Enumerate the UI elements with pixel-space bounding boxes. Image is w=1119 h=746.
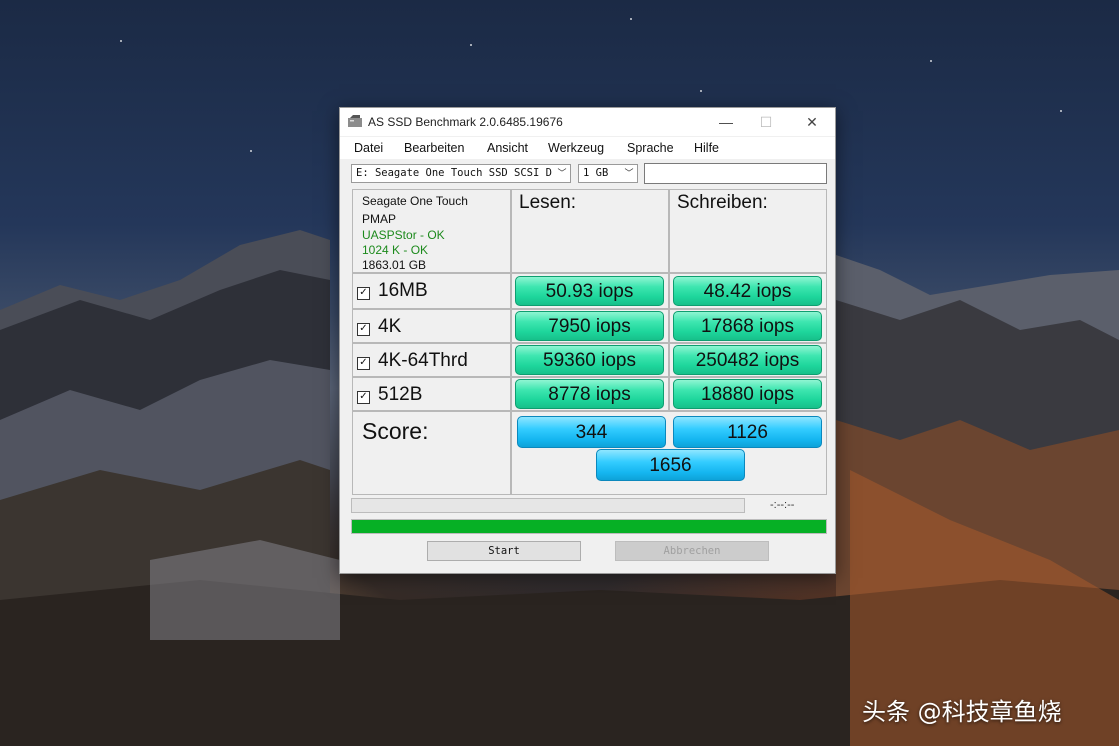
menu-datei[interactable]: Datei (354, 141, 383, 155)
menu-sprache[interactable]: Sprache (627, 141, 674, 155)
star (1060, 110, 1062, 112)
abort-button[interactable]: Abbrechen (615, 541, 769, 561)
write-column-header: Schreiben: (669, 189, 827, 273)
drive-info-panel: Seagate One Touch PMAP UASPStor - OK 102… (352, 189, 511, 273)
drive-dropdown-value: E: Seagate One Touch SSD SCSI Dis (356, 167, 552, 179)
app-icon (348, 115, 362, 127)
read-result: 7950 iops (515, 311, 664, 341)
total-score: 1656 (596, 449, 745, 481)
drive-dropdown[interactable]: E: Seagate One Touch SSD SCSI Dis ﹀ (351, 164, 571, 183)
checkbox-check-icon[interactable]: ✓ (357, 287, 370, 300)
read-result: 50.93 iops (515, 276, 664, 306)
test-16mb-checkbox[interactable]: ✓ 16MB (357, 280, 428, 302)
blank-text-field[interactable] (644, 163, 827, 184)
read-score: 344 (517, 416, 666, 448)
menu-bar: Datei Bearbeiten Ansicht Werkzeug Sprach… (340, 137, 835, 159)
write-result: 18880 iops (673, 379, 822, 409)
star (930, 60, 932, 62)
result-cell: 250482 iops (669, 343, 827, 377)
test-size-value: 1 GB (583, 167, 609, 179)
row-label-cell: ✓ 512B (352, 377, 511, 411)
driver-status: UASPStor - OK (362, 228, 445, 242)
write-header: Schreiben: (677, 192, 768, 213)
read-result: 8778 iops (515, 379, 664, 409)
row-label-cell: ✓ 4K (352, 309, 511, 343)
star (630, 18, 632, 20)
chevron-down-icon: ﹀ (557, 168, 567, 178)
write-score: 1126 (673, 416, 822, 448)
test-512b-checkbox[interactable]: ✓ 512B (357, 384, 422, 406)
star (250, 150, 252, 152)
elapsed-time: -:--:-- (770, 499, 795, 511)
score-label-cell: Score: (352, 411, 511, 495)
checkbox-check-icon[interactable]: ✓ (357, 323, 370, 336)
test-4k-checkbox[interactable]: ✓ 4K (357, 316, 401, 338)
write-result: 17868 iops (673, 311, 822, 341)
close-button[interactable]: ✕ (792, 108, 832, 136)
minimize-button[interactable]: — (706, 108, 746, 136)
drive-name: Seagate One Touch (362, 194, 468, 208)
row-label-cell: ✓ 16MB (352, 273, 511, 309)
maximize-button[interactable]: ☐ (746, 108, 786, 136)
result-cell: 17868 iops (669, 309, 827, 343)
as-ssd-window: AS SSD Benchmark 2.0.6485.19676 — ☐ ✕ Da… (339, 107, 836, 574)
result-cell: 7950 iops (511, 309, 669, 343)
results-grid: Seagate One Touch PMAP UASPStor - OK 102… (352, 189, 827, 495)
write-result: 250482 iops (673, 345, 822, 375)
score-panel: 344 1126 1656 (511, 411, 827, 495)
star (700, 90, 702, 92)
window-title: AS SSD Benchmark 2.0.6485.19676 (368, 115, 563, 129)
star (120, 40, 122, 42)
result-cell: 48.42 iops (669, 273, 827, 309)
title-bar[interactable]: AS SSD Benchmark 2.0.6485.19676 — ☐ ✕ (340, 108, 835, 136)
drive-capacity: 1863.01 GB (362, 258, 427, 272)
test-label: 512B (378, 384, 423, 405)
start-button[interactable]: Start (427, 541, 581, 561)
result-cell: 8778 iops (511, 377, 669, 411)
drive-firmware: PMAP (362, 212, 397, 226)
score-label: Score: (362, 418, 429, 444)
alignment-status: 1024 K - OK (362, 243, 429, 257)
result-cell: 50.93 iops (511, 273, 669, 309)
total-progress-bar (351, 519, 827, 534)
write-result: 48.42 iops (673, 276, 822, 306)
checkbox-check-icon[interactable]: ✓ (357, 357, 370, 370)
read-result: 59360 iops (515, 345, 664, 375)
result-cell: 59360 iops (511, 343, 669, 377)
menu-hilfe[interactable]: Hilfe (694, 141, 719, 155)
test-4k-64thrd-checkbox[interactable]: ✓ 4K-64Thrd (357, 350, 468, 372)
menu-ansicht[interactable]: Ansicht (487, 141, 528, 155)
chevron-down-icon: ﹀ (624, 168, 634, 178)
star (470, 44, 472, 46)
read-column-header: Lesen: (511, 189, 669, 273)
row-label-cell: ✓ 4K-64Thrd (352, 343, 511, 377)
watermark-text: 头条 @科技章鱼烧 (862, 698, 1062, 726)
test-label: 4K-64Thrd (378, 350, 468, 371)
test-size-dropdown[interactable]: 1 GB ﹀ (578, 164, 638, 183)
test-progress-bar (351, 498, 745, 513)
read-header: Lesen: (519, 192, 577, 213)
checkbox-check-icon[interactable]: ✓ (357, 391, 370, 404)
menu-werkzeug[interactable]: Werkzeug (548, 141, 604, 155)
result-cell: 18880 iops (669, 377, 827, 411)
test-label: 16MB (378, 280, 428, 301)
menu-bearbeiten[interactable]: Bearbeiten (404, 141, 464, 155)
test-label: 4K (378, 316, 402, 337)
